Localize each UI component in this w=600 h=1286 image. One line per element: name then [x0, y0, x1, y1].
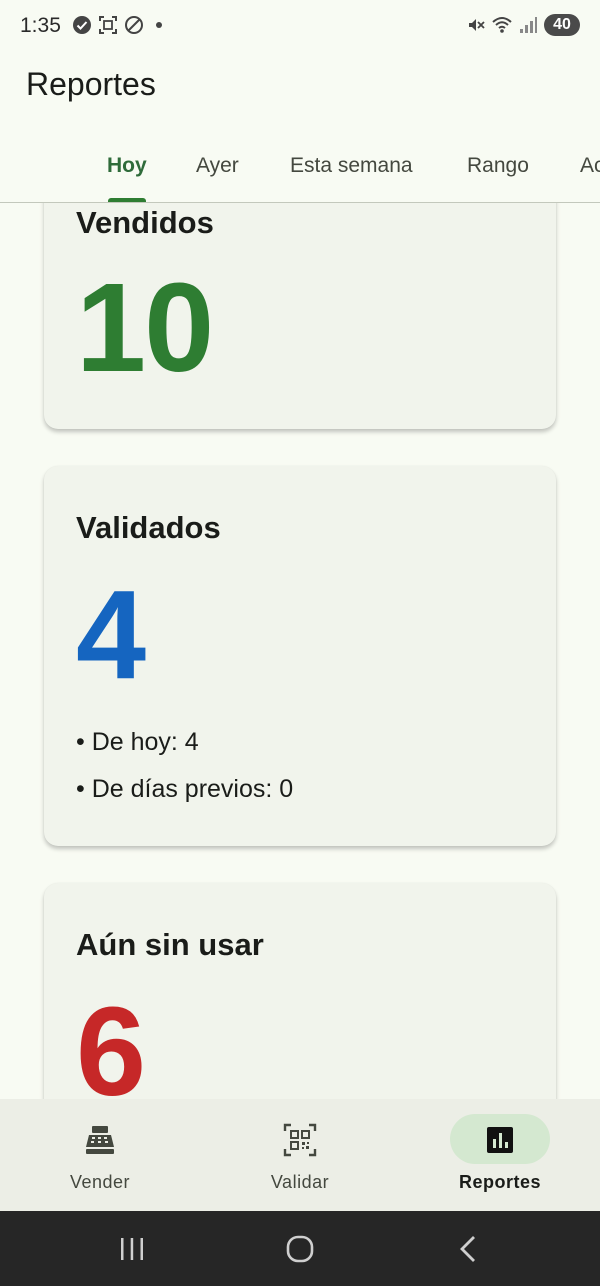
card-value-sin-usar: 6 — [76, 981, 146, 1100]
card-title-validados: Validados — [76, 510, 221, 545]
detail-dias-previos: • De días previos: 0 — [76, 775, 294, 803]
card-sin-usar: Aún sin usar 6 — [44, 883, 556, 1099]
notification-dot-icon — [156, 22, 162, 28]
tab-esta-semana[interactable]: Esta semana — [290, 154, 413, 178]
qr-code-scan-icon — [283, 1123, 317, 1157]
nav-label-vender: Vender — [69, 1172, 131, 1192]
tab-ayer[interactable]: Ayer — [196, 154, 239, 178]
nav-validar[interactable]: Validar — [200, 1099, 400, 1211]
do-not-disturb-icon — [125, 16, 143, 34]
status-icons-left — [72, 15, 162, 35]
tab-rango[interactable]: Rango — [467, 154, 529, 178]
card-title-vendidos: Vendidos — [76, 205, 214, 240]
recent-apps-icon[interactable] — [112, 1231, 152, 1267]
nav-reportes[interactable]: Reportes — [400, 1099, 600, 1211]
card-vendidos: Vendidos 10 — [44, 203, 556, 429]
nav-label-validar: Validar — [270, 1172, 330, 1192]
bottom-navigation: Vender Validar Reportes — [0, 1099, 600, 1211]
mute-icon — [469, 19, 485, 31]
tab-bar: Hoy Ayer Esta semana Rango Ac — [0, 136, 600, 203]
nav-vender[interactable]: Vender — [0, 1099, 200, 1211]
nav-label-reportes: Reportes — [458, 1172, 542, 1192]
cash-register-icon — [86, 1126, 114, 1154]
card-title-sin-usar: Aún sin usar — [76, 927, 264, 962]
tab-indicator — [108, 198, 146, 202]
card-value-vendidos: 10 — [76, 257, 214, 398]
bar-chart-icon — [487, 1127, 513, 1153]
wifi-icon — [492, 17, 512, 33]
tab-overflow[interactable]: Ac — [580, 154, 600, 178]
home-icon[interactable] — [280, 1231, 320, 1267]
signal-icon — [520, 17, 537, 33]
card-validados: Validados 4 • De hoy: 4 • De días previo… — [44, 466, 556, 846]
battery-icon: 40 — [544, 14, 580, 36]
system-navigation-bar — [0, 1211, 600, 1286]
card-value-validados: 4 — [76, 564, 146, 705]
tab-hoy[interactable]: Hoy — [107, 154, 147, 178]
detail-de-hoy: • De hoy: 4 — [76, 728, 199, 756]
check-circle-icon — [73, 16, 91, 34]
back-icon[interactable] — [448, 1231, 488, 1267]
screenshot-icon — [99, 16, 117, 34]
status-bar: 1:35 40 — [0, 0, 600, 54]
status-icons-right: 40 — [466, 14, 580, 36]
status-time: 1:35 — [20, 14, 61, 37]
page-title: Reportes — [26, 66, 156, 102]
report-content[interactable]: Vendidos 10 Validados 4 • De hoy: 4 • De… — [0, 203, 600, 1099]
